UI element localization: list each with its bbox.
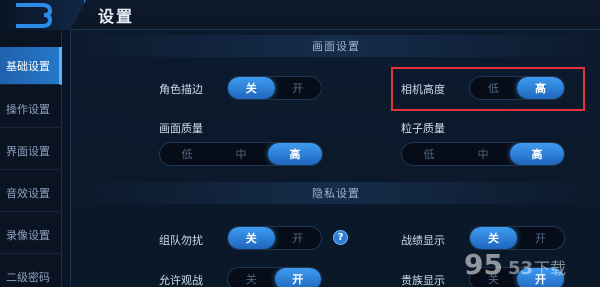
record-display-on-option[interactable]: 开 xyxy=(517,227,564,249)
noble-display-toggle[interactable]: 关 开 xyxy=(469,267,565,287)
allow-spectate-on-option[interactable]: 开 xyxy=(274,268,321,287)
particle-medium-option[interactable]: 中 xyxy=(456,143,510,165)
quality-label: 画面质量 xyxy=(159,122,203,135)
camera-height-highlight-box xyxy=(391,67,585,111)
particle-label: 粒子质量 xyxy=(401,122,445,135)
particle-selector[interactable]: 低 中 高 xyxy=(401,142,565,166)
outline-toggle[interactable]: 关 开 xyxy=(227,76,322,100)
sidebar-item-label: 音效设置 xyxy=(6,186,50,200)
sidebar-item-sound-settings[interactable]: 音效设置 xyxy=(0,174,62,212)
back-button[interactable] xyxy=(0,0,86,30)
quality-medium-option[interactable]: 中 xyxy=(214,143,268,165)
top-bar: 设置 xyxy=(0,0,600,30)
sidebar-item-label: 录像设置 xyxy=(6,228,50,242)
sidebar-item-label: 操作设置 xyxy=(6,102,50,116)
team-dnd-label: 组队勿扰 xyxy=(159,234,203,247)
allow-spectate-label: 允许观战 xyxy=(159,274,203,287)
noble-display-on-option[interactable]: 开 xyxy=(517,268,564,287)
sidebar-item-label: 界面设置 xyxy=(6,144,50,158)
team-dnd-off-option[interactable]: 关 xyxy=(228,227,275,249)
outline-label: 角色描边 xyxy=(159,83,203,96)
settings-panel: 画面设置 角色描边 关 开 相机高度 低 高 画面质量 低 中 高 粒子质量 低… xyxy=(70,30,600,287)
quality-high-option[interactable]: 高 xyxy=(268,143,322,165)
page-title: 设置 xyxy=(98,7,135,26)
sidebar-item-control-settings[interactable]: 操作设置 xyxy=(0,90,62,128)
sidebar-item-label: 二级密码 xyxy=(6,270,50,284)
quality-selector[interactable]: 低 中 高 xyxy=(159,142,323,166)
particle-low-option[interactable]: 低 xyxy=(402,143,456,165)
outline-off-option[interactable]: 关 xyxy=(228,77,275,99)
noble-display-off-option[interactable]: 关 xyxy=(470,268,517,287)
sidebar-item-replay-settings[interactable]: 录像设置 xyxy=(0,216,62,254)
team-dnd-toggle[interactable]: 关 开 xyxy=(227,226,322,250)
display-section-header: 画面设置 xyxy=(71,35,600,57)
help-icon[interactable]: ? xyxy=(333,230,348,245)
sidebar-item-label: 基础设置 xyxy=(6,59,50,73)
team-dnd-on-option[interactable]: 开 xyxy=(275,227,322,249)
back-arrow-icon xyxy=(16,3,53,28)
allow-spectate-off-option[interactable]: 关 xyxy=(228,268,275,287)
privacy-section-header: 隐私设置 xyxy=(71,182,600,204)
quality-low-option[interactable]: 低 xyxy=(160,143,214,165)
noble-display-label: 贵族显示 xyxy=(401,274,445,287)
record-display-off-option[interactable]: 关 xyxy=(470,227,517,249)
outline-on-option[interactable]: 开 xyxy=(275,77,322,99)
particle-high-option[interactable]: 高 xyxy=(510,143,564,165)
allow-spectate-toggle[interactable]: 关 开 xyxy=(227,267,322,287)
record-display-toggle[interactable]: 关 开 xyxy=(469,226,565,250)
sidebar-item-basic-settings[interactable]: 基础设置 xyxy=(0,47,62,85)
record-display-label: 战绩显示 xyxy=(401,234,445,247)
sidebar-item-interface-settings[interactable]: 界面设置 xyxy=(0,132,62,170)
sidebar-item-secondary-password[interactable]: 二级密码 xyxy=(0,258,62,287)
sidebar: 基础设置 操作设置 界面设置 音效设置 录像设置 二级密码 xyxy=(0,30,62,287)
